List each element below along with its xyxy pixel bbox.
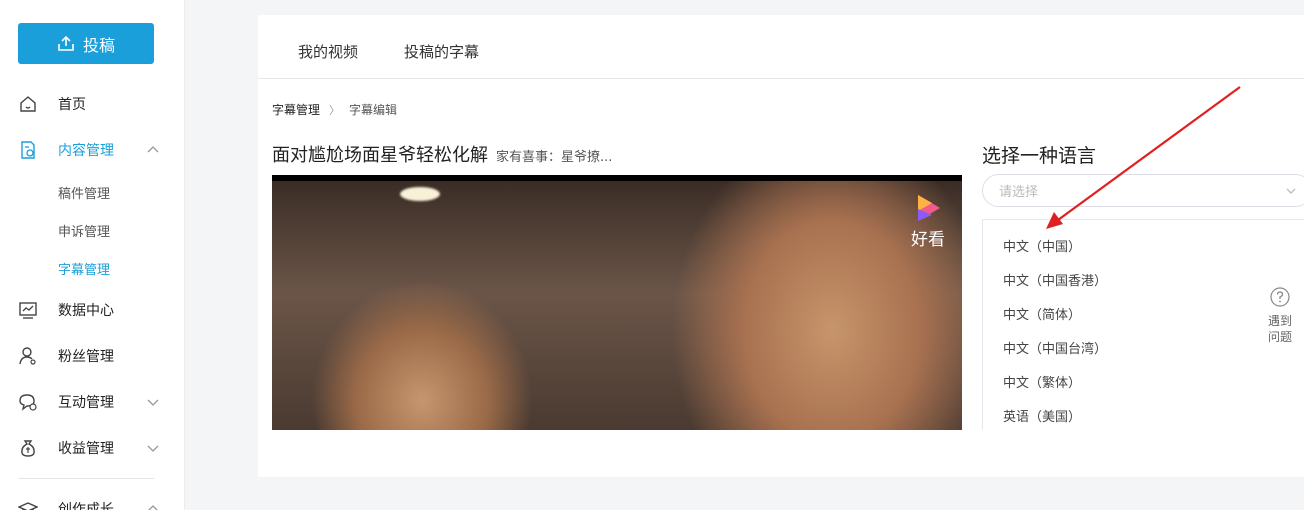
sidebar: 投稿 首页 内容管理 稿件管理 申诉管理 字幕管理 数据中心 粉丝管理 互动管理… (0, 0, 185, 510)
chevron-down-icon (1286, 188, 1296, 194)
language-option[interactable]: 中文（中国香港） (1003, 270, 1107, 289)
document-icon (21, 141, 35, 159)
upload-icon (58, 35, 74, 51)
sidebar-item-label: 收益管理 (58, 441, 114, 457)
video-title-row: 面对尴尬场面星爷轻松化解 家有喜事：星爷撩... (272, 141, 612, 167)
language-select-placeholder: 请选择 (999, 185, 1039, 200)
upload-button[interactable]: 投稿 (18, 23, 154, 64)
breadcrumb: 字幕管理 〉 字幕编辑 (272, 101, 397, 118)
chevron-up-icon (148, 505, 158, 510)
language-option[interactable]: 中文（简体） (1003, 304, 1081, 323)
chat-icon (19, 394, 37, 411)
video-title: 面对尴尬场面星爷轻松化解 (272, 145, 488, 166)
sidebar-item-label: 内容管理 (58, 143, 114, 159)
sidebar-subitem-appeals[interactable]: 申诉管理 (58, 221, 110, 240)
sidebar-item-label: 创作成长 (58, 502, 114, 510)
user-icon (19, 347, 36, 365)
sidebar-item-home[interactable]: 首页 (0, 89, 185, 119)
sidebar-item-label: 粉丝管理 (58, 349, 114, 365)
breadcrumb-current: 字幕编辑 (349, 103, 398, 117)
video-subtitle: 家有喜事：星爷撩... (496, 150, 613, 165)
sidebar-item-label: 首页 (58, 97, 86, 113)
ceiling-lamp (400, 187, 440, 201)
sidebar-item-content[interactable]: 内容管理 (0, 135, 185, 165)
main-panel: 我的视频 投稿的字幕 字幕管理 〉 字幕编辑 面对尴尬场面星爷轻松化解 家有喜事… (258, 15, 1304, 477)
upload-button-label: 投稿 (82, 35, 115, 55)
language-option[interactable]: 中文（繁体） (1003, 372, 1081, 391)
sidebar-item-fans[interactable]: 粉丝管理 (0, 341, 185, 371)
sidebar-item-label: 数据中心 (58, 303, 114, 319)
tab-bar: 我的视频 投稿的字幕 (258, 15, 1304, 79)
help-widget[interactable]: 遇到 问题 (1265, 287, 1295, 345)
video-player[interactable]: 好看 (272, 175, 962, 430)
watermark-logo: 好看 (908, 193, 948, 250)
language-option[interactable]: 中文（中国台湾） (1003, 338, 1107, 357)
language-option[interactable]: 英语（美国） (1003, 406, 1081, 425)
breadcrumb-parent[interactable]: 字幕管理 (272, 101, 320, 118)
breadcrumb-separator-icon: 〉 (329, 103, 341, 117)
watermark-text: 好看 (911, 230, 945, 250)
language-option[interactable]: 中文（中国） (1003, 236, 1081, 255)
home-icon (20, 96, 36, 112)
sidebar-subitem-manuscripts[interactable]: 稿件管理 (58, 183, 110, 202)
graduation-cap-icon (18, 502, 38, 510)
money-bag-icon (21, 440, 35, 457)
chevron-up-icon (147, 146, 159, 153)
help-text-line2: 问题 (1267, 330, 1292, 344)
language-heading: 选择一种语言 (982, 145, 1097, 167)
tab-submitted-subtitles[interactable]: 投稿的字幕 (404, 41, 479, 62)
sidebar-item-label: 互动管理 (58, 395, 114, 411)
sidebar-subitem-subtitles[interactable]: 字幕管理 (58, 259, 110, 278)
question-icon (1270, 287, 1290, 307)
sidebar-item-growth[interactable]: 创作成长 (0, 494, 185, 510)
language-select[interactable]: 请选择 (982, 174, 1304, 207)
tab-my-videos[interactable]: 我的视频 (298, 41, 358, 62)
video-frame (272, 181, 962, 430)
chart-icon (19, 302, 37, 319)
chevron-down-icon (147, 399, 159, 406)
play-logo-icon (918, 195, 940, 221)
sidebar-item-interaction[interactable]: 互动管理 (0, 387, 185, 417)
sidebar-divider (18, 478, 154, 479)
chevron-down-icon (147, 445, 159, 452)
language-dropdown: 中文（中国） 中文（中国香港） 中文（简体） 中文（中国台湾） 中文（繁体） 英… (982, 219, 1304, 430)
sidebar-item-revenue[interactable]: 收益管理 (0, 433, 185, 463)
help-text-line1: 遇到 (1267, 314, 1292, 328)
sidebar-item-data[interactable]: 数据中心 (0, 295, 185, 325)
